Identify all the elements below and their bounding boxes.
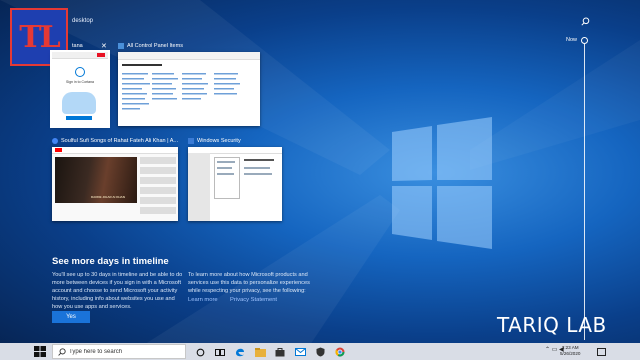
yes-button[interactable]: Yes [52,311,90,323]
taskbar-clock[interactable]: 3:23 AM 5/26/2020 [560,345,580,357]
promo-title: See more days in timeline [52,256,169,267]
window-title-control-panel[interactable]: All Control Panel Items [118,43,183,49]
task-view-icon[interactable] [213,345,227,359]
window-thumbnail-youtube[interactable]: DARDE JIGAR AI KHAN [52,147,178,221]
window-title-text: Windows Security [197,138,241,144]
control-panel-icon [118,43,124,49]
learn-more-link[interactable]: Learn more [188,297,218,303]
cortana-sign-in-button [66,116,92,120]
window-title-text: Soulful Sufi Songs of Rahat Fateh Ali Kh… [61,138,179,144]
file-explorer-icon[interactable] [253,345,267,359]
store-icon[interactable] [273,345,287,359]
taskbar: ⌃ ▭ ◀ 3:23 AM 5/26/2020 [0,343,640,360]
mail-icon[interactable] [293,345,307,359]
taskbar-search-box[interactable] [52,344,186,359]
chrome-icon [52,138,58,144]
video-player: DARDE JIGAR AI KHAN [55,157,137,203]
promo-left-text: You'll see up to 30 days in timeline and… [52,272,183,310]
window-title-youtube[interactable]: Soulful Sufi Songs of Rahat Fateh Ali Kh… [52,138,178,144]
timeline-scrollbar[interactable] [584,44,585,340]
window-thumbnail-control-panel[interactable] [118,52,260,126]
cortana-sign-in-text: Sign in to Cortana [65,80,95,84]
taskbar-search-input[interactable] [69,347,181,357]
window-title-text: tana [72,43,83,49]
cortana-illustration [62,92,96,114]
logo-text: TL [19,19,60,55]
window-title-text: All Control Panel Items [127,43,183,49]
search-icon [58,348,66,356]
shield-icon [188,138,194,144]
window-thumbnail-windows-security[interactable] [188,147,282,221]
youtube-icon [55,148,62,152]
search-icon[interactable] [581,17,590,26]
desktop-label: desktop [72,18,94,24]
window-thumbnail-cortana[interactable]: Sign in to Cortana [50,50,110,128]
windows-logo-wallpaper [392,117,492,249]
clock-date: 5/26/2020 [560,351,581,356]
cortana-icon[interactable] [193,345,207,359]
window-title-cortana[interactable]: tana [72,43,83,49]
windows-start-icon[interactable] [34,346,46,357]
timeline-now-label: Now [566,37,578,43]
timeline-now-marker[interactable] [581,37,588,44]
chrome-taskbar-icon[interactable] [333,345,347,359]
watermark-text: TARIQ LAB [497,313,607,337]
security-shield-icon[interactable] [313,345,327,359]
privacy-statement-link[interactable]: Privacy Statement [230,297,277,303]
video-title-overlay: DARDE JIGAR AI KHAN [91,195,125,199]
cortana-ring-icon [75,67,85,77]
notifications-icon[interactable] [594,345,608,359]
edge-icon[interactable] [233,345,247,359]
promo-right-text: To learn more about how Microsoft produc… [188,272,310,294]
control-panel-item-list [122,64,240,110]
window-title-windows-security[interactable]: Windows Security [188,138,241,144]
close-icon[interactable]: ✕ [101,42,107,50]
